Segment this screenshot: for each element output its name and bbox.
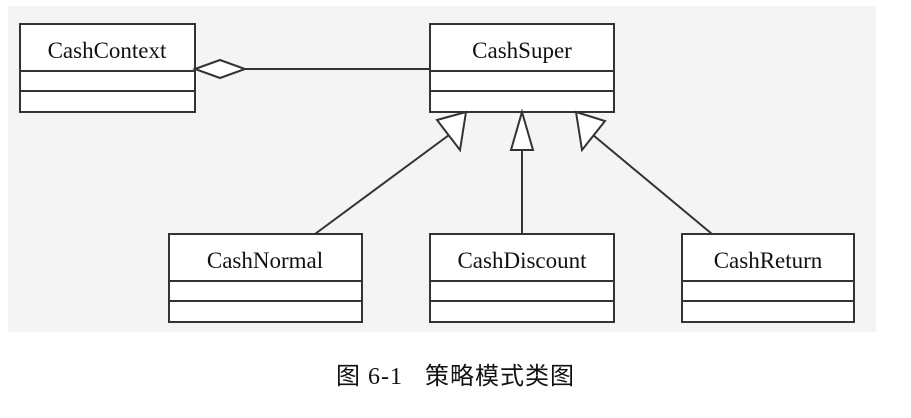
aggregation-diamond-icon xyxy=(192,58,248,80)
inheritance-arrow-icon xyxy=(574,110,607,153)
generalization-edge-cash-discount xyxy=(509,108,535,234)
class-name-cash-context: CashContext xyxy=(48,38,167,63)
class-cash-return: CashReturn xyxy=(681,233,855,323)
class-name-cash-discount: CashDiscount xyxy=(457,248,587,273)
inheritance-arrow-icon xyxy=(509,108,535,151)
class-cash-super: CashSuper xyxy=(429,23,615,113)
figure-number: 图 6-1 xyxy=(336,364,403,390)
class-cash-context: CashContext xyxy=(19,23,196,113)
figure-caption: 图 6-1 策略模式类图 xyxy=(0,356,911,391)
class-cash-discount: CashDiscount xyxy=(429,233,615,323)
figure-title: 策略模式类图 xyxy=(425,364,575,390)
class-name-cash-super: CashSuper xyxy=(472,38,572,63)
generalization-edge-cash-return xyxy=(574,110,713,235)
class-name-cash-return: CashReturn xyxy=(714,248,823,273)
uml-class-diagram: CashContext CashSuper CashNormal CashDis… xyxy=(0,0,911,418)
aggregation-edge xyxy=(192,58,430,80)
generalization-edge-cash-normal xyxy=(314,110,468,235)
inheritance-arrow-icon xyxy=(435,110,468,153)
class-cash-normal: CashNormal xyxy=(168,233,363,323)
class-name-cash-normal: CashNormal xyxy=(207,248,323,273)
